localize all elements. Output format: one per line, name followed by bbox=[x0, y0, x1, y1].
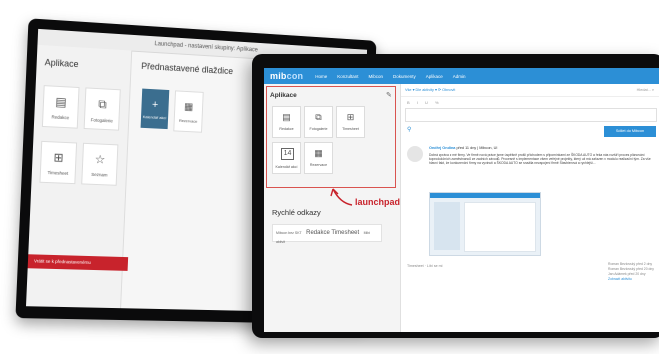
show-activity-link[interactable]: Zobrazit aktivitu bbox=[608, 277, 654, 282]
tile-label: Timesheet bbox=[47, 170, 69, 176]
activity-list: Roman Bezlovský před 2 dny Roman Bezlovs… bbox=[608, 262, 654, 282]
post-body: Dobrá zpráva z mé firmy. Ve firmě nová p… bbox=[429, 153, 651, 166]
back-apps-title: Aplikace bbox=[44, 57, 79, 70]
avatar[interactable] bbox=[407, 146, 423, 162]
feed-filter-bar[interactable]: Vše ▾ Dle aktivity ▾ ⟳ Obnovit bbox=[401, 84, 659, 97]
back-tile-rezervace[interactable]: ▦ Rezervace bbox=[173, 90, 204, 133]
tile-label: Kalendář akcí bbox=[142, 114, 167, 121]
nav-aplikace[interactable]: Aplikace bbox=[426, 74, 443, 79]
nav-admin[interactable]: Admin bbox=[453, 74, 466, 79]
tile-label: Fotogalerie bbox=[90, 117, 113, 124]
search-placeholder: Hledat... bbox=[636, 88, 651, 92]
attach-link-icon[interactable]: ⚲ bbox=[407, 126, 411, 133]
format-toolbar[interactable]: B I U % bbox=[407, 100, 442, 105]
top-navigation: mibcon Home Konzultant Mibcon Dokumenty … bbox=[264, 68, 659, 84]
tile-label: Seznam bbox=[91, 171, 108, 178]
tile-label: Redakce bbox=[51, 114, 70, 121]
quick-link-main: Redakce Timesheet bbox=[306, 230, 360, 236]
post-composer-input[interactable] bbox=[405, 108, 657, 122]
tile-label: Rezervace bbox=[178, 117, 198, 124]
search-icon: ⌕ bbox=[651, 88, 654, 92]
tablet-bezel: mibcon Home Konzultant Mibcon Dokumenty … bbox=[252, 54, 659, 338]
tile-label: Timesheet bbox=[342, 127, 359, 131]
nav-home[interactable]: Home bbox=[315, 74, 327, 79]
tile-kalendar-akci[interactable]: 14 Kalendář akcí bbox=[272, 142, 301, 174]
document-icon: ▤ bbox=[55, 94, 67, 110]
nav-dokumenty[interactable]: Dokumenty bbox=[393, 74, 416, 79]
grid-icon: ⊞ bbox=[53, 150, 64, 165]
launchpad-title: Aplikace bbox=[270, 92, 297, 99]
reset-default-button[interactable]: Vrátit se k přednastavenému bbox=[27, 254, 129, 271]
feed-search[interactable]: Hledat... ⌕ bbox=[637, 84, 654, 96]
back-tile-timesheet[interactable]: ⊞ Timesheet bbox=[39, 140, 78, 185]
calendar-icon: ▦ bbox=[314, 148, 323, 158]
back-apps-panel: Aplikace ▤ Redakce ⧉ Fotogalerie ⊞ Times… bbox=[25, 44, 133, 309]
back-tile-redakce[interactable]: ▤ Redakce bbox=[41, 85, 80, 129]
quick-link-item[interactable]: Mibcon bez SKT Redakce Timesheet Mibi ak… bbox=[272, 224, 382, 244]
nav-konzultant[interactable]: Konzultant bbox=[337, 74, 358, 79]
tile-fotogalerie[interactable]: ⧉ Fotogalerie bbox=[304, 106, 333, 138]
marketing-composite: Launchpad - nastavení skupiny: Aplikace … bbox=[0, 0, 659, 354]
post-meta: před 11 dny | Mibcon, UI bbox=[456, 146, 498, 150]
mibcon-logo[interactable]: mibcon bbox=[270, 71, 303, 81]
launchpad-callout: launchpad bbox=[355, 197, 401, 207]
post-header: Ondřej Ondina před 11 dny | Mibcon, UI bbox=[429, 146, 497, 150]
calendar-14-icon: 14 bbox=[281, 148, 294, 160]
tile-rezervace[interactable]: ▦ Rezervace bbox=[304, 142, 333, 174]
tile-label: Redakce bbox=[279, 127, 294, 131]
tile-label: Fotogalerie bbox=[309, 127, 328, 131]
post-footer[interactable]: Timesheet · Líbí se mi bbox=[407, 264, 442, 268]
grid-icon: ⊞ bbox=[346, 112, 355, 122]
back-tile-seznam[interactable]: ☆ Seznam bbox=[81, 142, 119, 186]
quick-links-title: Rychlé odkazy bbox=[272, 208, 321, 217]
nav-mibcon[interactable]: Mibcon bbox=[369, 74, 384, 79]
post-author[interactable]: Ondřej Ondina bbox=[429, 146, 455, 150]
tile-timesheet[interactable]: ⊞ Timesheet bbox=[336, 106, 365, 138]
plus-icon: + bbox=[151, 98, 159, 111]
document-icon: ▤ bbox=[282, 112, 291, 122]
calendar-icon: ▦ bbox=[183, 101, 194, 113]
tile-redakce[interactable]: ▤ Redakce bbox=[272, 106, 301, 138]
share-button[interactable]: Sdílet do Mibcon bbox=[604, 126, 656, 137]
launchpad-panel: Aplikace ✎ ▤ Redakce ⧉ Fotogalerie ⊞ Tim… bbox=[264, 84, 412, 332]
pencil-icon[interactable]: ✎ bbox=[386, 91, 392, 99]
tile-label: Kalendář akcí bbox=[275, 165, 298, 169]
photos-icon: ⧉ bbox=[315, 112, 322, 122]
back-tile-kalendar[interactable]: + Kalendář akcí bbox=[140, 88, 170, 130]
photos-icon: ⧉ bbox=[97, 97, 107, 112]
tile-label: Rezervace bbox=[309, 163, 328, 167]
post-screenshot-image[interactable] bbox=[429, 192, 541, 256]
quick-link-prefix: Mibcon bez SKT bbox=[276, 231, 302, 235]
back-tile-fotogalerie[interactable]: ⧉ Fotogalerie bbox=[83, 87, 121, 131]
tablet-screen: mibcon Home Konzultant Mibcon Dokumenty … bbox=[264, 68, 659, 332]
activity-feed: Vše ▾ Dle aktivity ▾ ⟳ Obnovit Hledat...… bbox=[401, 84, 659, 332]
star-icon: ☆ bbox=[94, 152, 106, 167]
